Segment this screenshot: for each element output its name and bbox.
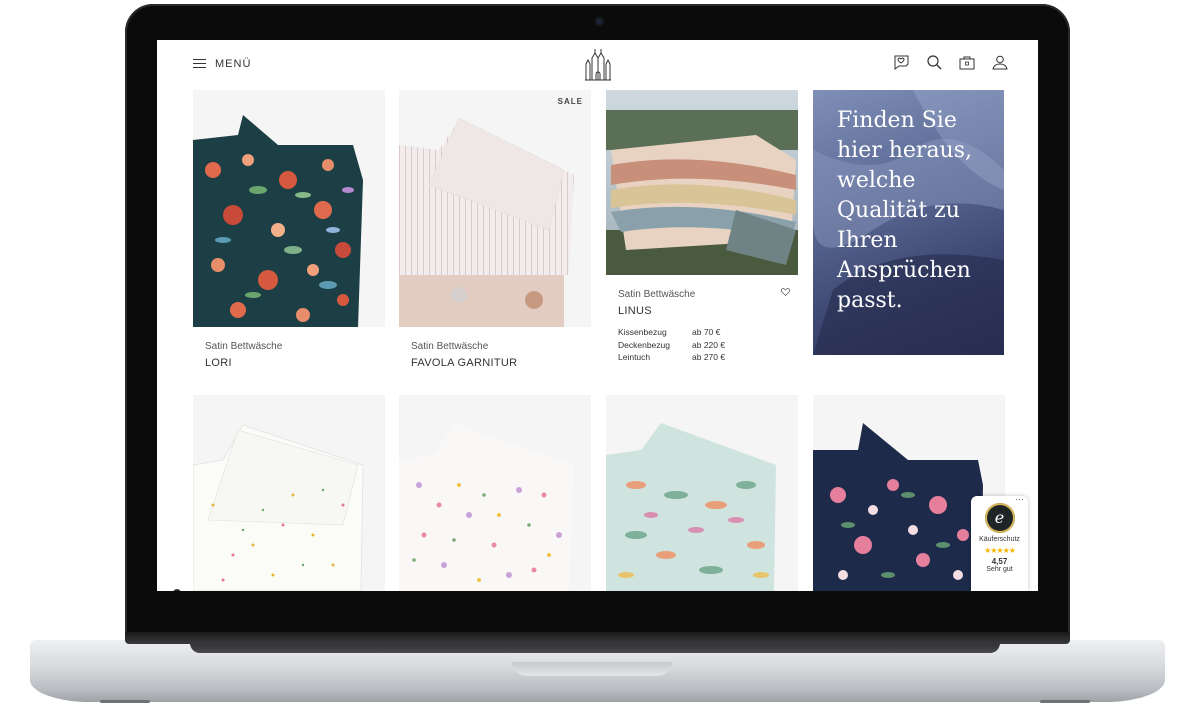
rating-stars-icon: ★★★★★: [984, 546, 1016, 555]
floral-duvet-image: [193, 90, 385, 327]
quality-promo-tile[interactable]: Finden Sie hier heraus, welche Qualität …: [813, 90, 1004, 355]
hamburger-icon: [193, 59, 206, 69]
dotted-floral-bedding-image: [193, 395, 385, 591]
promo-headline: Finden Sie hier heraus, welche Qualität …: [837, 108, 973, 313]
wildflower-bedding-image: [399, 395, 591, 591]
webcam: [596, 18, 603, 25]
product-image[interactable]: [193, 90, 385, 327]
price-label: Leintuch: [618, 352, 651, 362]
product-card-linus[interactable]: Satin Bettwäsche LINUS Kissenbezug ab 70 …: [606, 90, 798, 380]
price-row: Kissenbezug ab 70 €: [618, 326, 725, 339]
site-header: MENÜ: [157, 40, 1038, 90]
price-value: ab 220 €: [692, 339, 726, 350]
product-image[interactable]: [399, 395, 591, 591]
buyer-protection-label: Käuferschutz: [979, 536, 1020, 543]
lid-notch: [512, 662, 672, 676]
heart-icon[interactable]: [781, 288, 790, 296]
price-row: Leintuch ab 270 €: [618, 351, 725, 364]
wishlist-icon[interactable]: [893, 55, 910, 70]
browser-screen: MENÜ Satin Bettwäsche LORI SALE Satin Be…: [157, 40, 1038, 591]
price-value: ab 70 €: [692, 327, 721, 337]
botanical-bedding-image: [606, 395, 798, 591]
product-name[interactable]: LINUS: [618, 305, 652, 317]
product-category: Satin Bettwäsche: [205, 341, 283, 352]
bag-icon[interactable]: [959, 55, 975, 70]
trusted-shops-badge[interactable]: ⋯ e Käuferschutz ★★★★★ 4,57 Sehr gut: [971, 494, 1028, 591]
product-image[interactable]: SALE: [399, 90, 591, 327]
product-name[interactable]: FAVOLA GARNITUR: [411, 357, 517, 369]
laptop-foot: [100, 700, 150, 703]
product-card-lori[interactable]: Satin Bettwäsche LORI: [193, 90, 385, 380]
trust-seal-icon: e: [984, 503, 1015, 533]
price-value: ab 270 €: [692, 352, 726, 362]
more-icon[interactable]: ⋯: [1015, 494, 1024, 505]
castle-logo-icon[interactable]: [584, 48, 612, 82]
product-card-favola[interactable]: SALE Satin Bettwäsche FAVOLA GARNITUR: [399, 90, 591, 380]
price-label: Kissenbezug: [618, 327, 667, 337]
product-image[interactable]: [193, 395, 385, 591]
product-card[interactable]: [193, 395, 385, 591]
sale-badge: SALE: [557, 97, 583, 106]
price-row: Deckenbezug ab 220 €: [618, 339, 725, 352]
rating-text: Sehr gut: [986, 566, 1013, 573]
product-image[interactable]: [606, 395, 798, 591]
header-icons: [893, 55, 1008, 70]
price-list: Kissenbezug ab 70 € Deckenbezug ab 220 € L…: [618, 326, 725, 364]
product-card[interactable]: [606, 395, 798, 591]
account-icon[interactable]: [992, 55, 1008, 70]
product-name[interactable]: LORI: [205, 357, 232, 369]
striped-bedding-image: [399, 90, 591, 327]
product-category: Satin Bettwäsche: [411, 341, 489, 352]
rating-score: 4,57: [991, 557, 1008, 566]
laptop-hinge: [125, 632, 1070, 644]
menu-label: MENÜ: [215, 58, 252, 70]
product-card[interactable]: [399, 395, 591, 591]
laptop-foot: [1040, 700, 1090, 703]
menu-button[interactable]: MENÜ: [193, 58, 251, 70]
price-label: Deckenbezug: [618, 339, 670, 350]
pillows-outdoor-image: [606, 90, 798, 275]
product-category: Satin Bettwäsche: [618, 289, 696, 300]
cookie-settings-icon[interactable]: [173, 589, 181, 591]
search-icon[interactable]: [927, 55, 942, 70]
product-image[interactable]: [606, 90, 798, 275]
